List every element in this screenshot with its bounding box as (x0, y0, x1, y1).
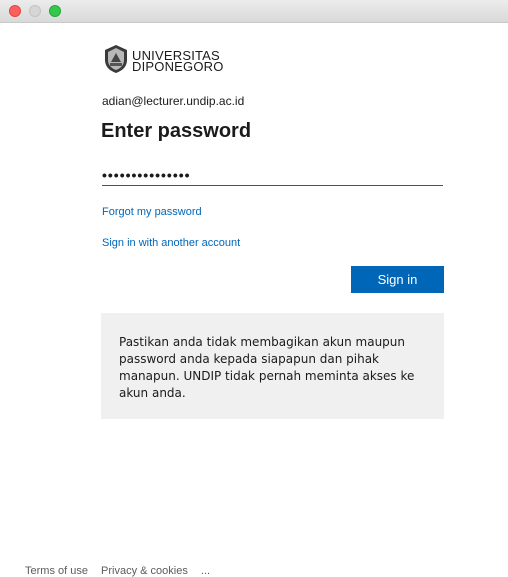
undip-emblem-icon (105, 45, 127, 73)
more-options-button[interactable]: ... (201, 565, 210, 577)
maximize-window-button[interactable] (49, 5, 61, 17)
password-field[interactable] (102, 165, 443, 186)
forgot-password-link[interactable]: Forgot my password (102, 206, 202, 218)
minimize-window-button[interactable] (29, 5, 41, 17)
terms-link[interactable]: Terms of use (25, 565, 88, 577)
account-email: adian@lecturer.undip.ac.id (102, 94, 245, 108)
window-titlebar (0, 0, 508, 23)
logo-wordmark: UNIVERSITAS DIPONEGORO (132, 49, 224, 74)
logo-line-2: DIPONEGORO (132, 59, 224, 74)
university-logo: UNIVERSITAS DIPONEGORO (103, 44, 253, 76)
privacy-link[interactable]: Privacy & cookies (101, 565, 188, 577)
other-account-link[interactable]: Sign in with another account (102, 237, 240, 249)
close-window-button[interactable] (9, 5, 21, 17)
page-footer: Terms of use Privacy & cookies ... (25, 565, 220, 577)
security-notice: Pastikan anda tidak membagikan akun maup… (101, 313, 444, 419)
security-notice-text: Pastikan anda tidak membagikan akun maup… (119, 335, 415, 400)
page-title: Enter password (101, 120, 252, 142)
sign-in-button[interactable]: Sign in (351, 266, 444, 293)
